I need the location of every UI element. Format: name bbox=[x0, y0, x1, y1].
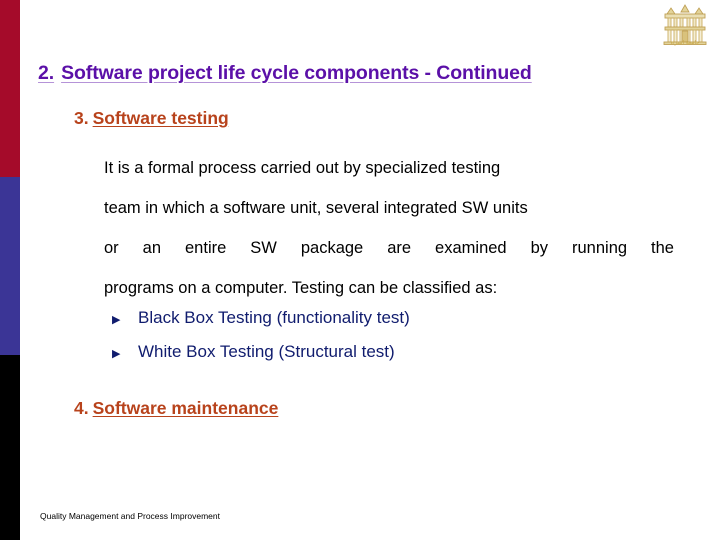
body-line: It is a formal process carried out by sp… bbox=[104, 159, 501, 177]
triangle-bullet-icon: ▶ bbox=[112, 314, 121, 326]
sidebar-band-black bbox=[0, 355, 20, 540]
slide-title-number: 2. bbox=[38, 62, 55, 84]
subheading-maintenance-number: 4. bbox=[74, 398, 89, 418]
body-line: team in which a software unit, several i… bbox=[104, 199, 528, 217]
logo-caption: جامعة البتراء bbox=[670, 40, 700, 46]
list-item-label: White Box Testing (Structural test) bbox=[138, 342, 395, 361]
subheading-maintenance-label: Software maintenance bbox=[92, 398, 279, 418]
university-building-logo bbox=[658, 2, 712, 54]
triangle-bullet-icon: ▶ bbox=[112, 348, 121, 360]
subheading-software-maintenance: 4. Software maintenance bbox=[74, 398, 278, 419]
slide-title-text: Software project life cycle components -… bbox=[61, 62, 532, 84]
body-line: or an entire SW package are examined by … bbox=[104, 239, 674, 257]
sidebar-band-crimson bbox=[0, 0, 20, 177]
slide-canvas: جامعة البتراء 2. Software project life cy… bbox=[0, 0, 720, 540]
body-paragraph: It is a formal process carried out by sp… bbox=[104, 148, 674, 308]
subheading-testing-number: 3. bbox=[74, 108, 89, 128]
slide-title: 2. Software project life cycle components… bbox=[38, 62, 698, 85]
subheading-software-testing: 3. Software testing bbox=[74, 108, 229, 129]
list-item: ▶ Black Box Testing (functionality test) bbox=[112, 302, 632, 336]
list-item: ▶ White Box Testing (Structural test) bbox=[112, 336, 632, 370]
left-color-sidebar bbox=[0, 0, 20, 540]
slide-footer: Quality Management and Process Improveme… bbox=[40, 511, 221, 521]
list-item-label: Black Box Testing (functionality test) bbox=[138, 308, 410, 327]
subheading-testing-label: Software testing bbox=[92, 108, 229, 128]
sidebar-band-indigo bbox=[0, 177, 20, 355]
testing-types-list: ▶ Black Box Testing (functionality test)… bbox=[112, 302, 632, 370]
